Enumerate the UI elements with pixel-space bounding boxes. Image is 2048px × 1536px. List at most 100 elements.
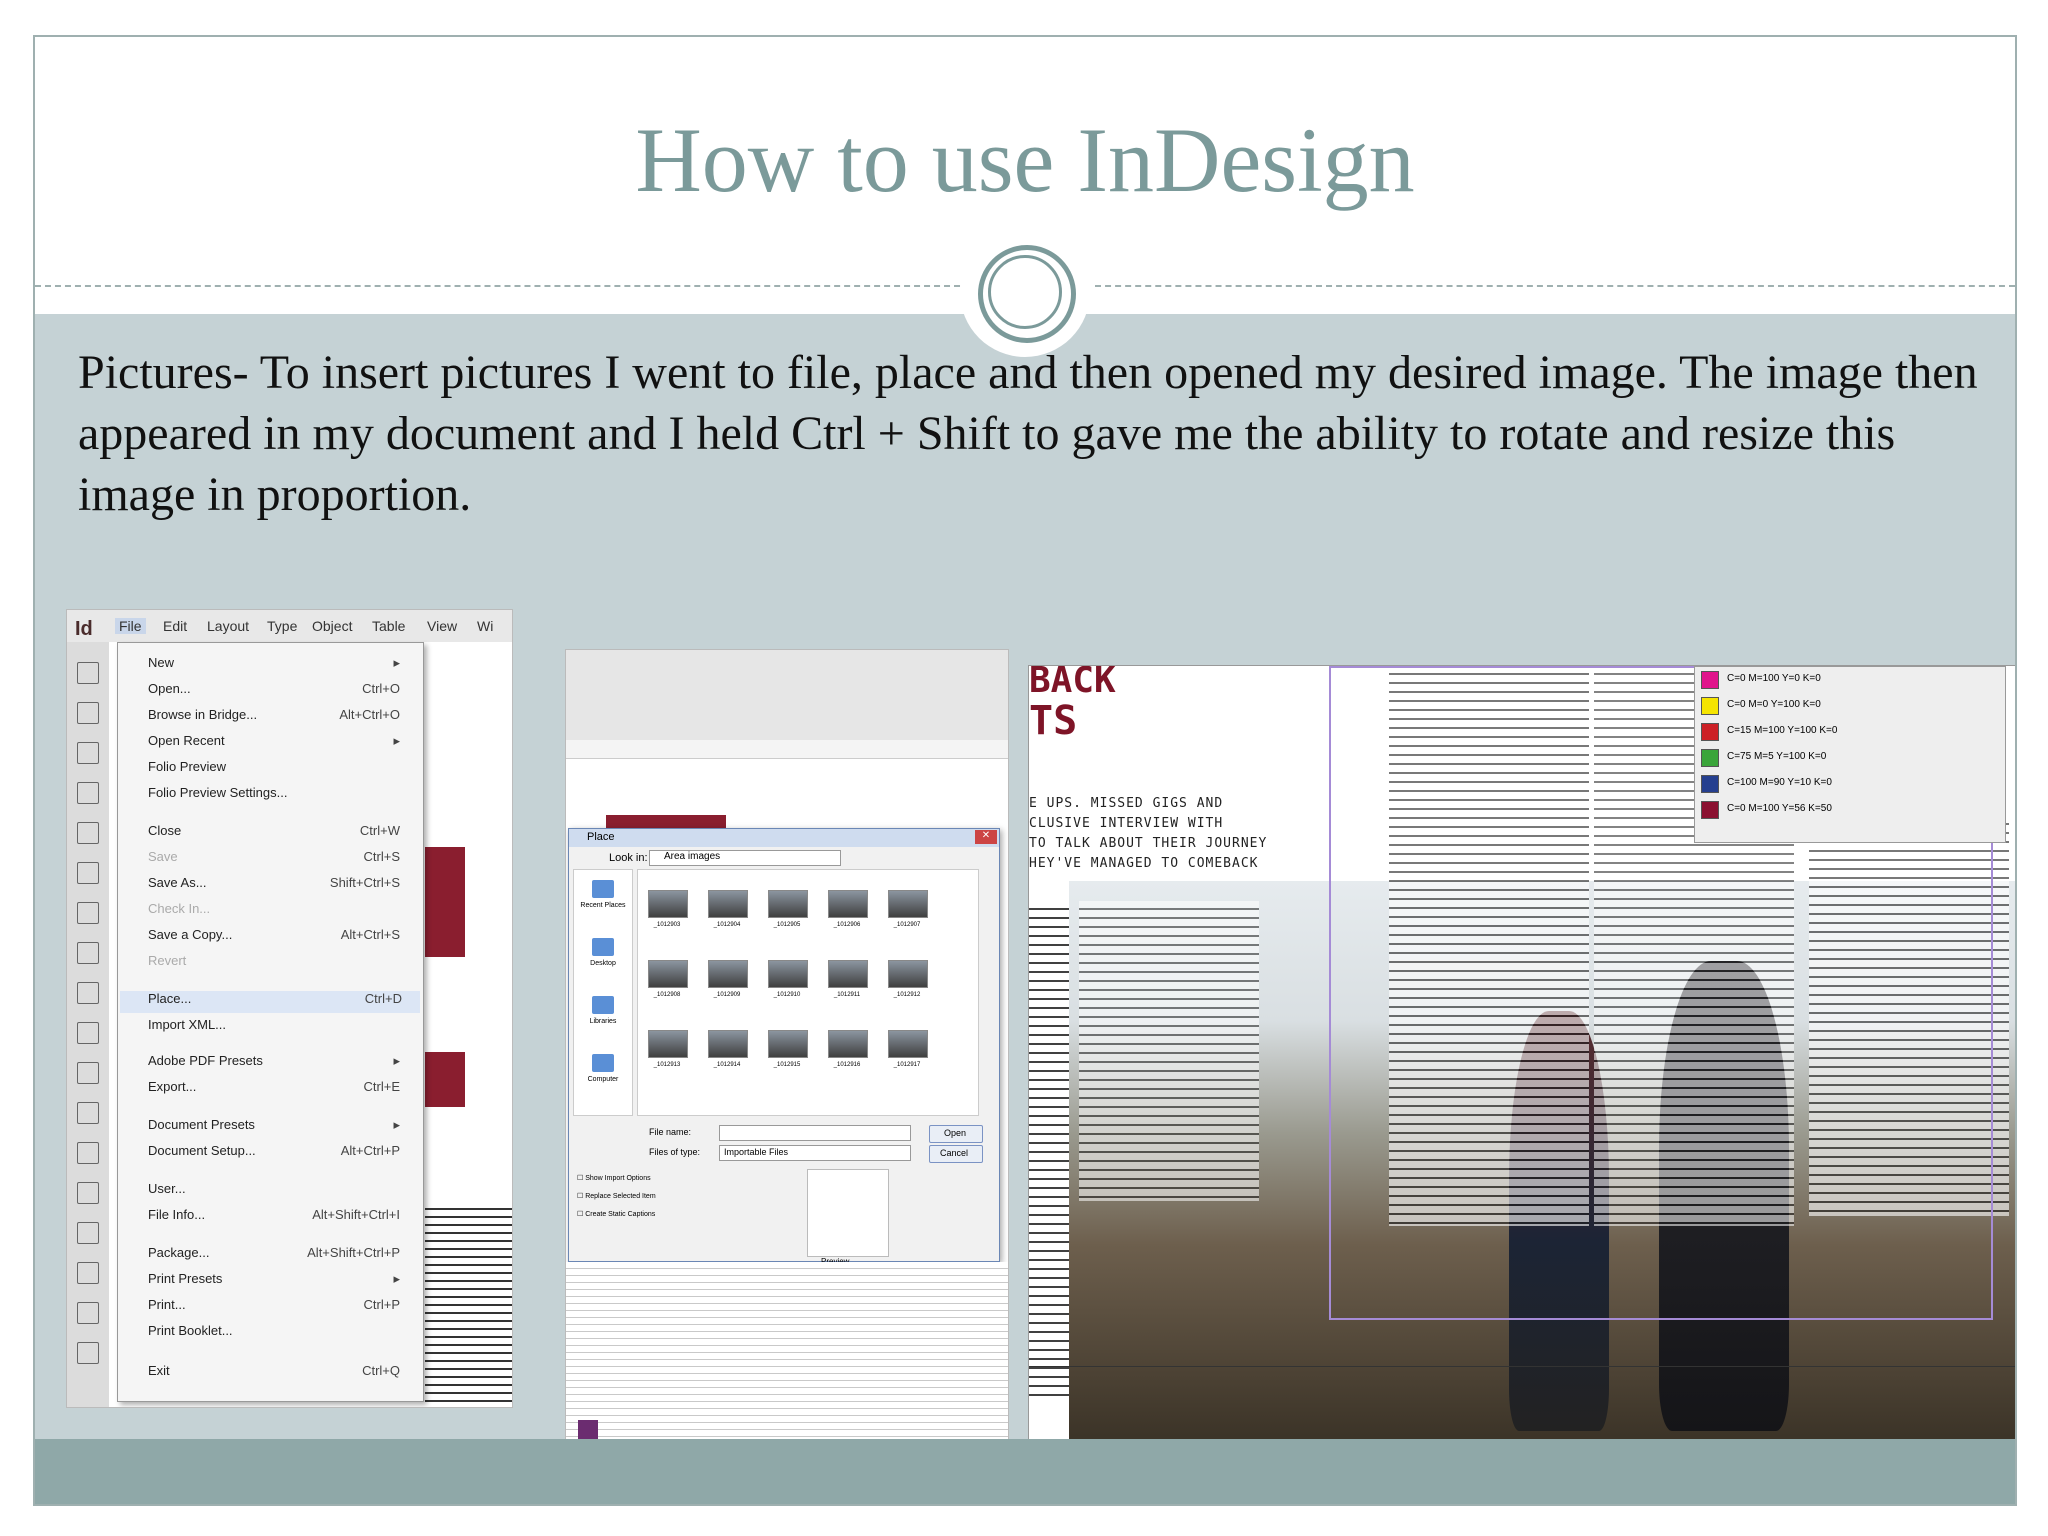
rectangle-frame-tool-icon[interactable] <box>77 1022 99 1044</box>
file-menu-item[interactable]: Exit Ctrl+Q <box>148 1363 418 1385</box>
file-menu-item[interactable]: Revert <box>148 953 418 975</box>
zoom-tool-icon[interactable] <box>77 1342 99 1364</box>
image-thumbnail[interactable] <box>708 1030 748 1058</box>
file-menu-item[interactable]: Browse in Bridge... Alt+Ctrl+O <box>148 707 418 729</box>
menu-layout[interactable]: Layout <box>207 618 249 634</box>
file-type-select[interactable]: Importable Files <box>719 1145 911 1161</box>
file-menu-item[interactable]: Import XML... <box>148 1017 418 1039</box>
file-menu-item[interactable]: User... <box>148 1181 418 1203</box>
image-thumbnail[interactable] <box>648 960 688 988</box>
headline-2: TS <box>1029 698 1078 744</box>
file-menu-item[interactable]: New ▸ <box>148 655 418 677</box>
file-menu-item[interactable]: Document Presets ▸ <box>148 1117 418 1139</box>
hand-tool-icon[interactable] <box>77 1302 99 1324</box>
file-menu-item[interactable]: Close Ctrl+W <box>148 823 418 845</box>
close-icon[interactable]: ✕ <box>975 830 997 844</box>
swatch-color[interactable] <box>1701 801 1719 819</box>
import-option-checkbox[interactable]: ☐ Show Import Options <box>577 1174 651 1182</box>
content-collector-icon[interactable] <box>77 822 99 844</box>
image-thumbnail[interactable] <box>768 1030 808 1058</box>
menu-file[interactable]: File <box>115 618 146 634</box>
menu-edit[interactable]: Edit <box>163 618 187 634</box>
place-label: Desktop <box>590 960 616 967</box>
image-thumbnail[interactable] <box>648 890 688 918</box>
file-menu-item[interactable]: File Info... Alt+Shift+Ctrl+I <box>148 1207 418 1229</box>
file-menu-item[interactable]: Save a Copy... Alt+Ctrl+S <box>148 927 418 949</box>
file-menu-item[interactable]: Print Booklet... <box>148 1323 418 1345</box>
open-button[interactable]: Open <box>929 1125 983 1143</box>
headline-fragment <box>425 1052 465 1107</box>
image-thumbnail[interactable] <box>708 890 748 918</box>
import-option-checkbox[interactable]: ☐ Replace Selected Item <box>577 1192 656 1200</box>
menu-item-label: Open Recent <box>148 733 225 748</box>
image-thumbnail[interactable] <box>888 960 928 988</box>
swatch-color[interactable] <box>1701 671 1719 689</box>
selection-tool-icon[interactable] <box>77 662 99 684</box>
menu-object[interactable]: Object <box>312 618 352 634</box>
cancel-button[interactable]: Cancel <box>929 1145 983 1163</box>
guide-line <box>1029 1366 2015 1367</box>
file-menu-item[interactable]: Open Recent ▸ <box>148 733 418 755</box>
menu-type[interactable]: Type <box>267 618 297 634</box>
pencil-tool-icon[interactable] <box>77 982 99 1004</box>
scissors-tool-icon[interactable] <box>77 1102 99 1124</box>
gap-tool-icon[interactable] <box>77 782 99 804</box>
file-menu-item[interactable]: Adobe PDF Presets ▸ <box>148 1053 418 1075</box>
menu-item-label: Open... <box>148 681 191 696</box>
image-thumbnail[interactable] <box>708 960 748 988</box>
place-icon[interactable] <box>592 1054 614 1072</box>
image-thumbnail[interactable] <box>888 1030 928 1058</box>
image-thumbnail[interactable] <box>768 890 808 918</box>
place-icon[interactable] <box>592 938 614 956</box>
file-menu-item[interactable]: Folio Preview <box>148 759 418 781</box>
swatch-color[interactable] <box>1701 749 1719 767</box>
page-tool-icon[interactable] <box>77 742 99 764</box>
place-icon[interactable] <box>592 996 614 1014</box>
swatch-color[interactable] <box>1701 723 1719 741</box>
direct-selection-tool-icon[interactable] <box>77 702 99 724</box>
file-menu-item[interactable]: Save As... Shift+Ctrl+S <box>148 875 418 897</box>
import-option-checkbox[interactable]: ☐ Create Static Captions <box>577 1210 655 1218</box>
file-name: _1012912 <box>893 992 921 998</box>
menu-view[interactable]: View <box>427 618 457 634</box>
pen-tool-icon[interactable] <box>77 942 99 964</box>
image-thumbnail[interactable] <box>888 890 928 918</box>
note-tool-icon[interactable] <box>77 1222 99 1244</box>
place-icon[interactable] <box>592 880 614 898</box>
menu-window[interactable]: Wi <box>477 618 493 634</box>
type-tool-icon[interactable] <box>77 862 99 884</box>
file-menu-item[interactable]: Folio Preview Settings... <box>148 785 418 807</box>
places-sidebar: Recent Places Desktop Libraries Computer <box>573 869 633 1116</box>
free-transform-tool-icon[interactable] <box>77 1142 99 1164</box>
intro-line: TO TALK ABOUT THEIR JOURNEY <box>1029 836 1268 851</box>
file-menu-item[interactable]: Save Ctrl+S <box>148 849 418 871</box>
file-menu-item[interactable]: Open... Ctrl+O <box>148 681 418 703</box>
swatch-color[interactable] <box>1701 775 1719 793</box>
file-menu-item[interactable]: Print Presets ▸ <box>148 1271 418 1293</box>
file-menu-item[interactable]: Export... Ctrl+E <box>148 1079 418 1101</box>
menu-item-label: User... <box>148 1181 186 1196</box>
image-thumbnail[interactable] <box>828 960 868 988</box>
file-menu-item[interactable]: Document Setup... Alt+Ctrl+P <box>148 1143 418 1165</box>
image-thumbnail[interactable] <box>828 890 868 918</box>
rectangle-tool-icon[interactable] <box>77 1062 99 1084</box>
image-thumbnail[interactable] <box>768 960 808 988</box>
file-name: _1012906 <box>833 922 861 928</box>
image-thumbnail[interactable] <box>648 1030 688 1058</box>
file-menu-item[interactable]: Print... Ctrl+P <box>148 1297 418 1319</box>
image-thumbnail[interactable] <box>828 1030 868 1058</box>
eyedropper-tool-icon[interactable] <box>77 1262 99 1284</box>
menu-item-label: Package... <box>148 1245 210 1260</box>
file-menu-item[interactable]: Place... Ctrl+D <box>120 991 420 1013</box>
look-in-select[interactable]: Area images <box>649 850 841 866</box>
swatch-label: C=100 M=90 Y=10 K=0 <box>1727 777 1832 788</box>
menu-item-label: File Info... <box>148 1207 206 1222</box>
file-menu-item[interactable]: Package... Alt+Shift+Ctrl+P <box>148 1245 418 1267</box>
menu-table[interactable]: Table <box>372 618 405 634</box>
file-menu-item[interactable]: Check In... <box>148 901 418 923</box>
gradient-tool-icon[interactable] <box>77 1182 99 1204</box>
indesign-taskbar-icon[interactable] <box>578 1420 598 1440</box>
swatch-color[interactable] <box>1701 697 1719 715</box>
file-name-input[interactable] <box>719 1125 911 1141</box>
line-tool-icon[interactable] <box>77 902 99 924</box>
